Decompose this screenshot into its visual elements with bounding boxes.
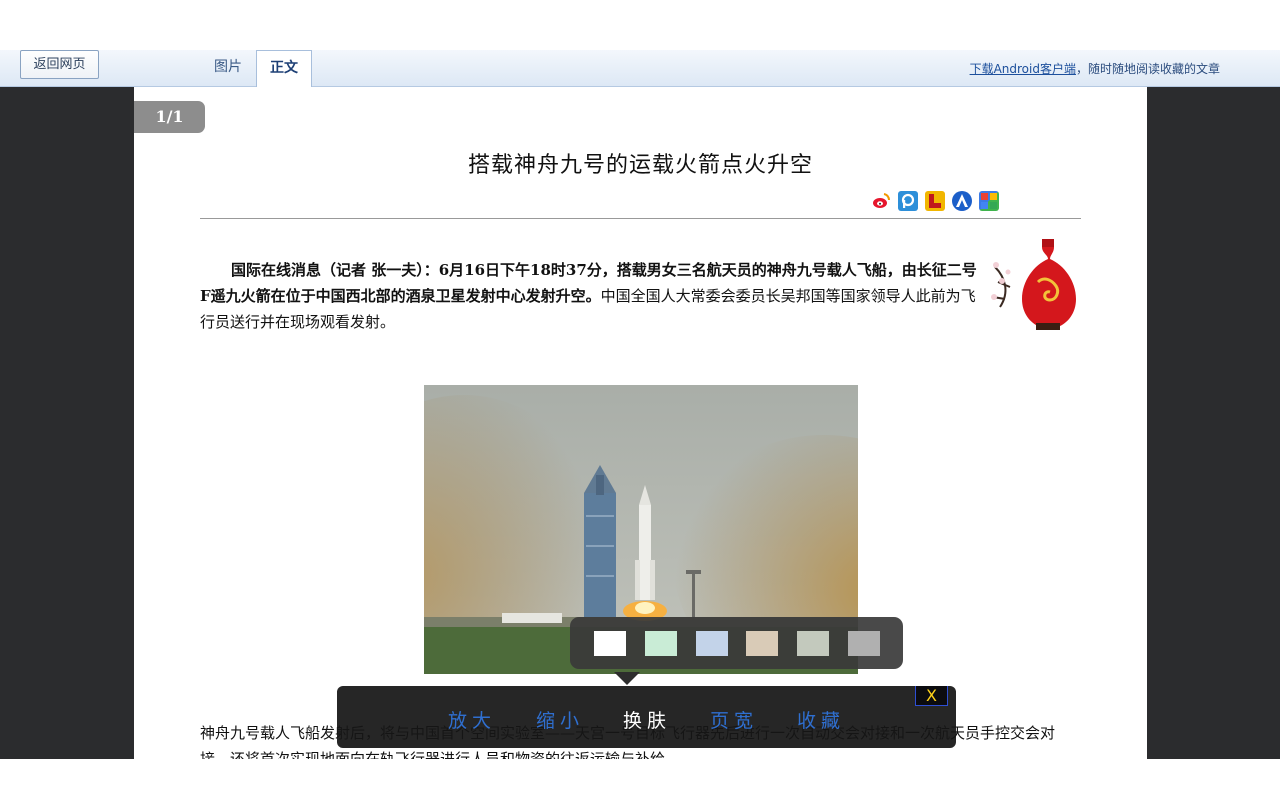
skin-swatch-white[interactable]	[594, 631, 626, 656]
page-counter: 1/1	[134, 101, 205, 133]
promo-text: ，随时随地阅读收藏的文章	[1075, 62, 1220, 76]
zoom-in-button[interactable]: 放大	[448, 706, 496, 733]
skin-swatch-sage[interactable]	[797, 631, 829, 656]
back-to-webpage-button[interactable]: 返回网页	[20, 50, 99, 79]
close-menu-button[interactable]: X	[915, 686, 948, 706]
android-download-link[interactable]: 下载Android客户端	[970, 62, 1076, 76]
share-bar	[871, 191, 999, 211]
title-divider	[200, 218, 1081, 219]
bottom-strip	[0, 759, 1280, 800]
zoom-out-button[interactable]: 缩小	[536, 706, 584, 733]
bookmark-button[interactable]: 收藏	[797, 706, 845, 733]
android-promo: 下载Android客户端，随时随地阅读收藏的文章	[970, 60, 1220, 77]
skin-palette	[570, 617, 903, 669]
skin-swatch-tan[interactable]	[746, 631, 778, 656]
page-width-button[interactable]: 页宽	[710, 706, 758, 733]
top-toolbar: 返回网页 图片 正文 下载Android客户端，随时随地阅读收藏的文章	[0, 50, 1280, 88]
bottom-menu: 放大 缩小 换肤 页宽 收藏 X	[337, 686, 956, 748]
skin-swatch-green[interactable]	[645, 631, 677, 656]
tab-images[interactable]: 图片	[205, 50, 251, 87]
renren-icon[interactable]	[925, 191, 945, 211]
reader-window: 返回网页 图片 正文 下载Android客户端，随时随地阅读收藏的文章 1/1 …	[0, 0, 1280, 800]
tab-text[interactable]: 正文	[256, 50, 312, 88]
vase-decoration-image	[990, 237, 1082, 332]
pengyou-icon[interactable]	[898, 191, 918, 211]
kaixin-icon[interactable]	[952, 191, 972, 211]
skin-swatch-gray[interactable]	[848, 631, 880, 656]
skin-swatch-blue[interactable]	[696, 631, 728, 656]
weibo-icon[interactable]	[871, 191, 891, 211]
change-skin-button[interactable]: 换肤	[623, 706, 671, 733]
google-icon[interactable]	[979, 191, 999, 211]
skin-palette-pointer	[614, 672, 640, 685]
lead-paragraph: 国际在线消息（记者 张一夫）：6月16日下午18时37分，搭载男女三名航天员的神…	[200, 257, 983, 335]
article-title: 搭载神舟九号的运载火箭点火升空	[467, 153, 813, 178]
